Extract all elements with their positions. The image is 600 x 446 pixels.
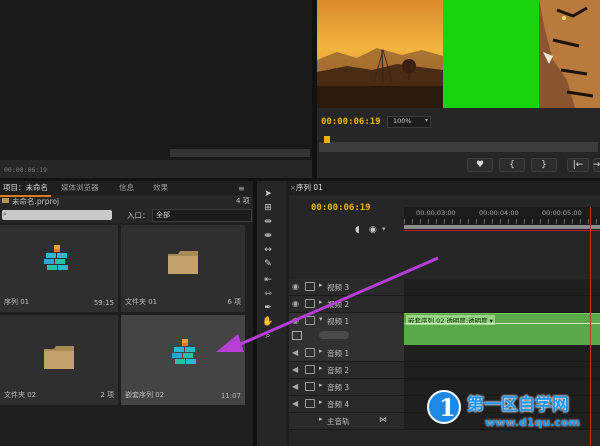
annotation-arrow: [216, 256, 439, 352]
watermark-url: www.d1qu.com: [485, 416, 580, 429]
watermark-logo-char: 1: [439, 393, 456, 422]
watermark: 1 第一区自学网 www.d1qu.com: [425, 384, 600, 446]
watermark-text: 第一区自学网: [467, 395, 569, 415]
watermark-logo-icon: 1: [427, 390, 461, 424]
